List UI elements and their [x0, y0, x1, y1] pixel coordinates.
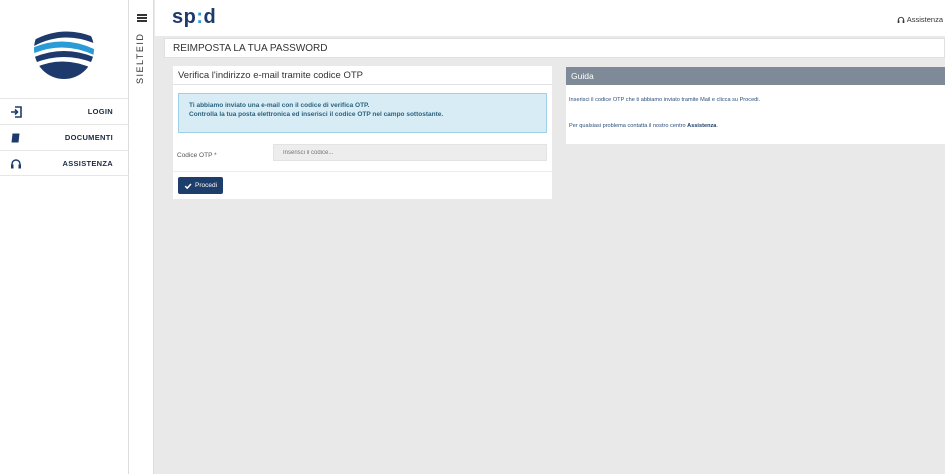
info-alert: Ti abbiamo inviato una e-mail con il cod…	[178, 93, 547, 133]
brand-prefix: sp	[172, 6, 197, 28]
otp-field-label: Codice OTP *	[177, 152, 217, 159]
book-icon	[11, 133, 20, 143]
page-title: REIMPOSTA LA TUA PASSWORD	[173, 43, 328, 54]
headset-icon	[11, 159, 21, 169]
top-header: sp:d Assistenza	[155, 0, 945, 36]
side-rail: SIELTEID	[129, 0, 154, 474]
brand-suffix: d	[203, 6, 217, 28]
sidebar-item-documenti[interactable]: DOCUMENTI	[0, 124, 129, 150]
sidebar-menu: LOGIN DOCUMENTI ASSISTENZA	[0, 98, 129, 176]
guide-title: Guida	[566, 67, 945, 85]
otp-field-row: Codice OTP *	[173, 144, 552, 172]
logo-icon	[34, 19, 94, 79]
alert-line-2: Controlla la tua posta elettronica ed in…	[189, 111, 444, 118]
brand-dot: :	[196, 6, 204, 28]
guide-text-2: Per qualsiasi problema contatta il nostr…	[569, 123, 718, 129]
assistance-link[interactable]: Assistenza	[897, 15, 943, 24]
guide-text-2-prefix: Per qualsiasi problema contatta il nostr…	[569, 123, 686, 129]
proceed-button[interactable]: Procedi	[178, 177, 224, 194]
guide-text-2-suffix: .	[716, 123, 718, 129]
page-title-bar: REIMPOSTA LA TUA PASSWORD	[164, 38, 945, 58]
verify-panel-title: Verifica l'indirizzo e-mail tramite codi…	[173, 66, 552, 85]
sidebar: LOGIN DOCUMENTI ASSISTENZA	[0, 0, 129, 474]
sidebar-item-label: DOCUMENTI	[64, 133, 113, 142]
check-icon	[184, 183, 192, 189]
verify-panel: Verifica l'indirizzo e-mail tramite codi…	[173, 66, 552, 199]
hamburger-menu-icon[interactable]	[137, 14, 147, 22]
brand-logo[interactable]: sp:d	[172, 6, 216, 29]
sidebar-item-login[interactable]: LOGIN	[0, 98, 129, 124]
otp-label-text: Codice OTP	[177, 152, 213, 159]
otp-input[interactable]	[273, 144, 547, 161]
headset-icon	[897, 16, 905, 23]
alert-line-1: Ti abbiamo inviato una e-mail con il cod…	[189, 102, 370, 109]
proceed-button-label: Procedi	[195, 182, 218, 189]
sidebar-item-label: LOGIN	[87, 107, 113, 116]
assistance-link-label: Assistenza	[906, 15, 943, 24]
guide-text-1: Inserisci il codice OTP che ti abbiamo i…	[569, 97, 761, 103]
guide-panel: Guida Inserisci il codice OTP che ti abb…	[566, 67, 945, 144]
required-marker: *	[214, 152, 217, 159]
sidebar-item-assistenza[interactable]: ASSISTENZA	[0, 150, 129, 176]
sidebar-item-label: ASSISTENZA	[62, 158, 113, 168]
assistance-inline-link[interactable]: Assistenza	[687, 123, 716, 129]
login-icon	[11, 106, 22, 118]
rail-label: SIELTEID	[135, 32, 145, 84]
